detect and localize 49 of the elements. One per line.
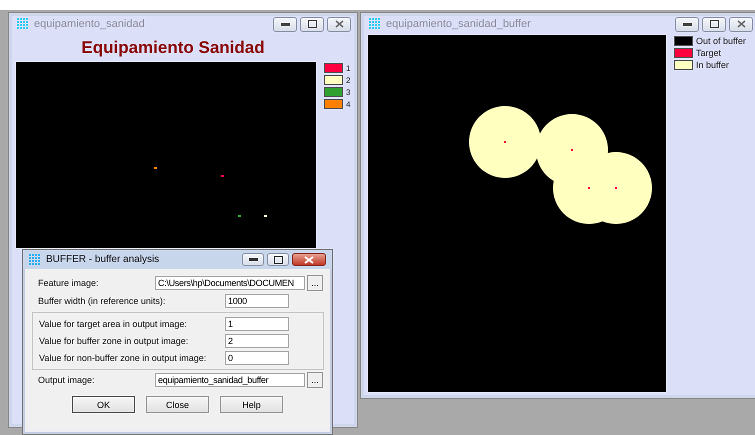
- legend-label: Out of buffer: [696, 36, 746, 46]
- field-label: Output image:: [38, 375, 96, 385]
- close-button[interactable]: [292, 253, 326, 266]
- input-field[interactable]: 2: [225, 334, 289, 348]
- input-field[interactable]: 1: [225, 317, 289, 331]
- minimize-button[interactable]: [273, 16, 297, 32]
- map-title: Equipamiento Sanidad: [80, 37, 266, 59]
- legend-label: 2: [346, 76, 350, 84]
- maximize-button[interactable]: [267, 253, 289, 266]
- input-field[interactable]: 0: [225, 351, 289, 365]
- close-icon: [304, 256, 314, 264]
- browse-button[interactable]: ...: [307, 372, 323, 388]
- close-button[interactable]: [729, 16, 753, 32]
- field-label: Feature image:: [38, 278, 100, 288]
- field-label: Value for target area in output image:: [39, 319, 188, 329]
- minimize-button[interactable]: [242, 253, 264, 266]
- legend-label: 3: [346, 88, 350, 96]
- input-field[interactable]: C:\Users\hp\Documents\DOCUMEN: [155, 276, 305, 290]
- input-field[interactable]: 1000: [225, 294, 289, 308]
- close-icon: [334, 20, 344, 28]
- field-label: Buffer width (in reference units):: [38, 296, 166, 306]
- minimize-icon: [280, 22, 290, 26]
- maximize-icon: [710, 20, 718, 28]
- dialog-button[interactable]: OK: [72, 396, 135, 413]
- minimize-button[interactable]: [675, 16, 699, 32]
- grid-icon: [369, 18, 381, 30]
- window-title: equipamiento_sanidad_buffer: [386, 18, 532, 30]
- grid-icon: [29, 254, 41, 266]
- grid-icon: [17, 18, 29, 30]
- minimize-icon: [248, 258, 258, 261]
- legend-label: In buffer: [696, 60, 729, 70]
- maximize-icon: [274, 256, 282, 264]
- maximize-button[interactable]: [300, 16, 324, 32]
- dialog-button[interactable]: Close: [146, 396, 209, 413]
- maximize-button[interactable]: [702, 16, 726, 32]
- input-field[interactable]: equipamiento_sanidad_buffer: [155, 373, 305, 387]
- window-title: equipamiento_sanidad: [34, 18, 146, 30]
- dialog-title: BUFFER - buffer analysis: [46, 254, 160, 265]
- close-button[interactable]: [327, 16, 351, 32]
- legend-label: 1: [346, 64, 350, 72]
- close-icon: [736, 20, 746, 28]
- legend-label: 4: [346, 100, 350, 108]
- browse-button[interactable]: ...: [307, 275, 323, 291]
- maximize-icon: [308, 20, 316, 28]
- field-label: Value for buffer zone in output image:: [39, 336, 190, 346]
- minimize-icon: [682, 22, 692, 26]
- field-label: Value for non-buffer zone in output image:: [39, 353, 208, 363]
- legend-label: Target: [696, 48, 722, 58]
- dialog-button[interactable]: Help: [220, 396, 283, 413]
